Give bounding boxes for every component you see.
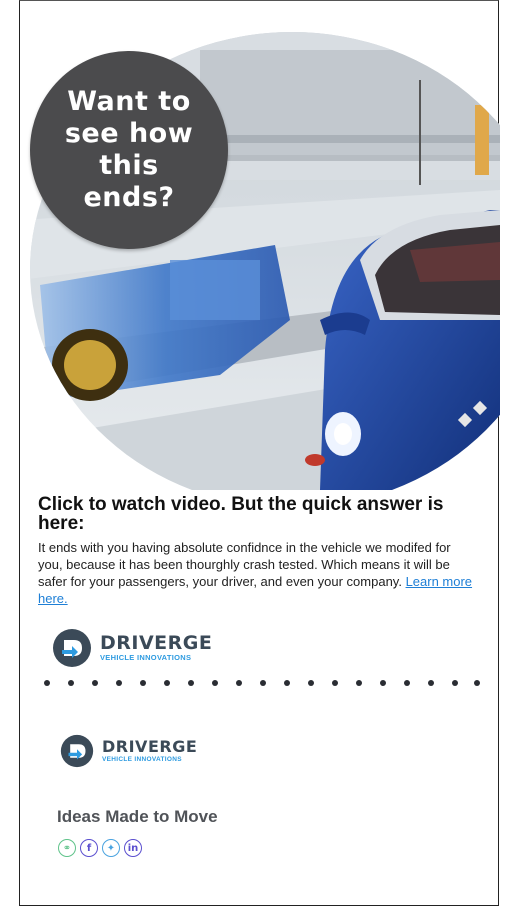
- driverge-logo-icon: [60, 734, 94, 768]
- social-links: ⚭ f ✦ in: [58, 839, 142, 857]
- driverge-signature-logo[interactable]: DRIVERGE VEHICLE INNOVATIONS: [60, 734, 197, 768]
- driverge-logo[interactable]: DRIVERGE VEHICLE INNOVATIONS: [52, 628, 212, 668]
- brand-name: DRIVERGE: [100, 632, 213, 654]
- dotted-divider: [44, 680, 480, 686]
- bubble-text: Want to see how this ends?: [64, 86, 194, 213]
- watch-video-bubble[interactable]: Want to see how this ends?: [30, 51, 228, 249]
- brand-name: DRIVERGE: [102, 737, 198, 756]
- twitter-icon[interactable]: ✦: [102, 839, 120, 857]
- body-paragraph: It ends with you having absolute confidn…: [38, 539, 478, 607]
- brand-tagline: VEHICLE INNOVATIONS: [102, 756, 182, 763]
- slogan: Ideas Made to Move: [57, 807, 218, 826]
- facebook-icon[interactable]: f: [80, 839, 98, 857]
- brand-tagline: VEHICLE INNOVATIONS: [100, 653, 192, 662]
- link-icon[interactable]: ⚭: [58, 839, 76, 857]
- video-thumbnail[interactable]: Want to see how this ends?: [20, 20, 500, 490]
- headline: Click to watch video. But the quick answ…: [38, 494, 444, 534]
- body-text: It ends with you having absolute confidn…: [38, 540, 451, 589]
- driverge-logo-icon: [53, 629, 91, 667]
- linkedin-icon[interactable]: in: [124, 839, 142, 857]
